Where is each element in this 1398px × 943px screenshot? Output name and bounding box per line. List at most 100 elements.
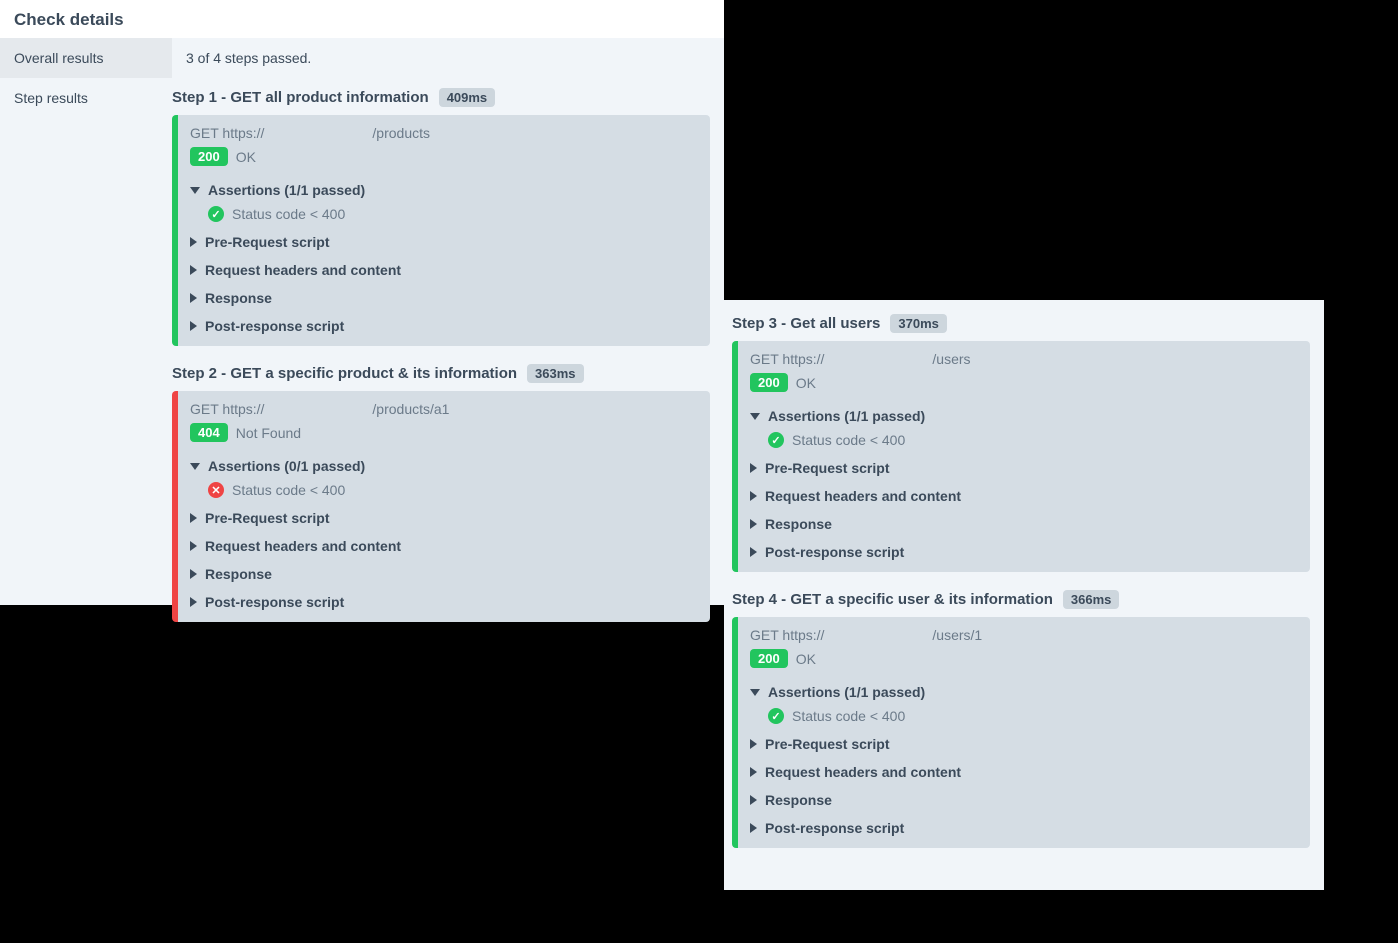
caret-down-icon bbox=[190, 187, 200, 194]
prerequest-toggle[interactable]: Pre-Request script bbox=[190, 504, 698, 532]
response-toggle[interactable]: Response bbox=[190, 560, 698, 588]
check-details-panel-left: Check details Overall results 3 of 4 ste… bbox=[0, 0, 724, 605]
step-title: Step 3 - Get all users bbox=[732, 315, 880, 332]
response-toggle[interactable]: Response bbox=[750, 510, 1298, 538]
step-body: GET https:///products/a1404Not FoundAsse… bbox=[172, 391, 710, 622]
reqheaders-label: Request headers and content bbox=[765, 488, 961, 504]
check-icon: ✓ bbox=[208, 206, 224, 222]
caret-right-icon bbox=[750, 463, 757, 473]
reqheaders-label: Request headers and content bbox=[765, 764, 961, 780]
postresponse-label: Post-response script bbox=[205, 318, 344, 334]
request-line: GET https:///users/1 bbox=[750, 627, 1298, 643]
sidebar-overall-results[interactable]: Overall results bbox=[0, 38, 172, 78]
assertion-text: Status code < 400 bbox=[792, 432, 905, 448]
caret-right-icon bbox=[750, 491, 757, 501]
prerequest-toggle[interactable]: Pre-Request script bbox=[750, 730, 1298, 758]
postresponse-toggle[interactable]: Post-response script bbox=[750, 814, 1298, 842]
step-duration-badge: 370ms bbox=[890, 314, 946, 333]
caret-right-icon bbox=[750, 767, 757, 777]
step-block: Step 4 - GET a specific user & its infor… bbox=[732, 580, 1310, 856]
prerequest-label: Pre-Request script bbox=[205, 510, 329, 526]
caret-right-icon bbox=[190, 569, 197, 579]
reqheaders-label: Request headers and content bbox=[205, 262, 401, 278]
assertion-line: ✓ Status code < 400 bbox=[750, 706, 1298, 730]
caret-right-icon bbox=[750, 519, 757, 529]
reqheaders-toggle[interactable]: Request headers and content bbox=[190, 532, 698, 560]
response-toggle[interactable]: Response bbox=[750, 786, 1298, 814]
prerequest-label: Pre-Request script bbox=[765, 736, 889, 752]
reqheaders-toggle[interactable]: Request headers and content bbox=[750, 758, 1298, 786]
assertion-line: ✓ Status code < 400 bbox=[750, 430, 1298, 454]
request-url-prefix: https:// bbox=[222, 401, 372, 417]
step-body: GET https:///users200OKAssertions (1/1 p… bbox=[732, 341, 1310, 572]
request-method: GET bbox=[750, 351, 782, 367]
sidebar-step-results[interactable]: Step results bbox=[0, 78, 172, 118]
status-row: 200OK bbox=[750, 649, 1298, 668]
assertions-toggle[interactable]: Assertions (1/1 passed) bbox=[190, 176, 698, 204]
assertions-label: Assertions (1/1 passed) bbox=[208, 182, 365, 198]
request-line: GET https:///products bbox=[190, 125, 698, 141]
check-icon: ✓ bbox=[768, 432, 784, 448]
assertions-toggle[interactable]: Assertions (1/1 passed) bbox=[750, 402, 1298, 430]
status-row: 404Not Found bbox=[190, 423, 698, 442]
request-method: GET bbox=[750, 627, 782, 643]
assertions-label: Assertions (0/1 passed) bbox=[208, 458, 365, 474]
request-url-suffix: /products bbox=[372, 125, 430, 141]
step-title: Step 2 - GET a specific product & its in… bbox=[172, 365, 517, 382]
step-duration-badge: 409ms bbox=[439, 88, 495, 107]
status-text: OK bbox=[236, 149, 256, 165]
prerequest-toggle[interactable]: Pre-Request script bbox=[750, 454, 1298, 482]
reqheaders-label: Request headers and content bbox=[205, 538, 401, 554]
assertion-text: Status code < 400 bbox=[232, 482, 345, 498]
reqheaders-toggle[interactable]: Request headers and content bbox=[190, 256, 698, 284]
right-steps-container: Step 3 - Get all users370msGET https:///… bbox=[724, 304, 1324, 856]
step-body: GET https:///users/1 200OK Assertions (1/1… bbox=[732, 617, 1310, 848]
step-results-row: Step results Step 1 - GET all product in… bbox=[0, 78, 724, 636]
assertion-line: ✕Status code < 400 bbox=[190, 480, 698, 504]
caret-right-icon bbox=[190, 513, 197, 523]
postresponse-toggle[interactable]: Post-response script bbox=[750, 538, 1298, 566]
assertion-text: Status code < 400 bbox=[232, 206, 345, 222]
caret-right-icon bbox=[190, 597, 197, 607]
response-label: Response bbox=[205, 566, 272, 582]
assertions-toggle[interactable]: Assertions (0/1 passed) bbox=[190, 452, 698, 480]
caret-right-icon bbox=[190, 541, 197, 551]
request-method: GET bbox=[190, 401, 222, 417]
step-block: Step 1 - GET all product information 409m… bbox=[172, 78, 710, 354]
request-url-prefix: https:// bbox=[222, 125, 372, 141]
assertions-toggle[interactable]: Assertions (1/1 passed) bbox=[750, 678, 1298, 706]
status-code-badge: 200 bbox=[190, 147, 228, 166]
request-url-suffix: /users/1 bbox=[932, 627, 982, 643]
caret-down-icon bbox=[750, 689, 760, 696]
postresponse-toggle[interactable]: Post-response script bbox=[190, 588, 698, 616]
response-label: Response bbox=[765, 516, 832, 532]
status-code-badge: 200 bbox=[750, 373, 788, 392]
caret-right-icon bbox=[190, 321, 197, 331]
assertion-text: Status code < 400 bbox=[792, 708, 905, 724]
left-steps-container: Step 1 - GET all product information 409m… bbox=[172, 78, 724, 636]
overall-results-row: Overall results 3 of 4 steps passed. bbox=[0, 38, 724, 78]
prerequest-toggle[interactable]: Pre-Request script bbox=[190, 228, 698, 256]
assertion-line: ✓ Status code < 400 bbox=[190, 204, 698, 228]
step-header: Step 4 - GET a specific user & its infor… bbox=[732, 580, 1310, 617]
caret-right-icon bbox=[750, 795, 757, 805]
caret-down-icon bbox=[190, 463, 200, 470]
prerequest-label: Pre-Request script bbox=[205, 234, 329, 250]
request-url-prefix: https:// bbox=[782, 351, 932, 367]
status-code-badge: 404 bbox=[190, 423, 228, 442]
postresponse-label: Post-response script bbox=[205, 594, 344, 610]
caret-right-icon bbox=[190, 237, 197, 247]
assertions-label: Assertions (1/1 passed) bbox=[768, 408, 925, 424]
reqheaders-toggle[interactable]: Request headers and content bbox=[750, 482, 1298, 510]
request-method: GET bbox=[190, 125, 222, 141]
request-url-prefix: https:// bbox=[782, 627, 932, 643]
assertions-label: Assertions (1/1 passed) bbox=[768, 684, 925, 700]
postresponse-toggle[interactable]: Post-response script bbox=[190, 312, 698, 340]
step-title: Step 1 - GET all product information bbox=[172, 89, 429, 106]
caret-down-icon bbox=[750, 413, 760, 420]
response-label: Response bbox=[765, 792, 832, 808]
response-toggle[interactable]: Response bbox=[190, 284, 698, 312]
step-header: Step 1 - GET all product information 409m… bbox=[172, 78, 710, 115]
check-icon: ✓ bbox=[768, 708, 784, 724]
response-label: Response bbox=[205, 290, 272, 306]
